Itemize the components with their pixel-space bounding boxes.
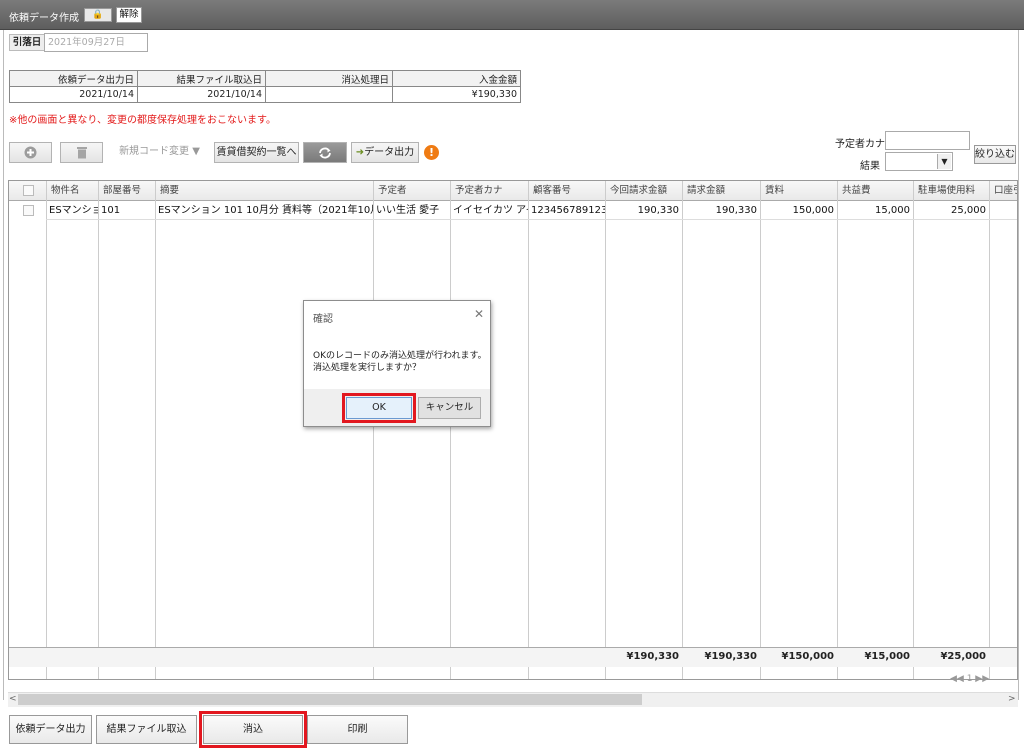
cell-parking-fee[interactable]: 25,000 xyxy=(913,201,989,220)
data-grid: 物件名 部屋番号 摘要 予定者 予定者カナ 顧客番号 今回請求金額 請求金額 賃… xyxy=(8,180,1018,680)
refresh-icon xyxy=(319,147,331,159)
summary-value: ¥190,330 xyxy=(392,86,521,103)
grid-column-divider xyxy=(837,181,838,679)
withdrawal-date-input[interactable]: 2021年09月27日 xyxy=(44,33,148,52)
print-button[interactable]: 印刷 xyxy=(307,715,408,744)
withdrawal-date-label: 引落日 xyxy=(9,34,45,51)
column-header[interactable]: 摘要 xyxy=(157,181,373,201)
dialog-title: 確認 xyxy=(313,314,333,325)
dialog-message: 消込処理を実行しますか？ xyxy=(313,363,422,373)
column-header[interactable]: 口座引 xyxy=(991,181,1017,201)
total-common-fee: ¥15,000 xyxy=(864,651,910,662)
scroll-left-icon[interactable]: < xyxy=(9,694,17,704)
refresh-button[interactable] xyxy=(303,142,347,163)
column-header[interactable]: 顧客番号 xyxy=(530,181,605,201)
pager[interactable]: ◀◀ 1 ▶▶ xyxy=(950,674,989,684)
grid-column-divider xyxy=(450,181,451,679)
column-header[interactable]: 賃料 xyxy=(762,181,837,201)
ok-button[interactable]: OK xyxy=(342,393,416,423)
grid-column-divider xyxy=(913,181,914,679)
trash-icon xyxy=(76,147,87,159)
plus-circle-icon xyxy=(24,146,37,159)
total-parking-fee: ¥25,000 xyxy=(940,651,986,662)
request-data-export-button[interactable]: 依頼データ出力 xyxy=(9,715,92,744)
grid-column-divider xyxy=(605,181,606,679)
kana-filter-label: 予定者カナ xyxy=(835,139,885,150)
column-header[interactable]: 今回請求金額 xyxy=(607,181,682,201)
export-arrow-icon: ➜ xyxy=(355,147,365,158)
column-header[interactable]: 共益費 xyxy=(839,181,913,201)
column-header[interactable]: 請求金額 xyxy=(684,181,760,201)
total-charge-amount: ¥190,330 xyxy=(704,651,757,662)
window-title: 依頼データ作成 xyxy=(9,13,79,24)
grid-column-divider xyxy=(682,181,683,679)
column-header[interactable]: 駐車場使用料 xyxy=(915,181,989,201)
total-rent: ¥150,000 xyxy=(781,651,834,662)
cell-room-number[interactable]: 101 xyxy=(98,201,155,220)
result-filter-label: 結果 xyxy=(860,161,880,172)
kana-filter-input[interactable] xyxy=(885,131,970,150)
summary-table: 依頼データ出力日 結果ファイル取込日 消込処理日 入金金額 2021/10/14… xyxy=(9,70,521,103)
data-export-button[interactable]: ➜データ出力 xyxy=(351,142,419,163)
frame-border-right xyxy=(1018,30,1019,700)
summary-value xyxy=(265,86,393,103)
lease-list-button[interactable]: 賃貸借契約一覧へ xyxy=(214,142,299,163)
info-icon[interactable]: ! xyxy=(424,145,439,160)
grid-column-divider xyxy=(989,181,990,679)
column-header[interactable]: 予定者 xyxy=(375,181,450,201)
cell-description[interactable]: ESマンション 101 10月分 賃料等（2021年10月分） xyxy=(155,201,373,220)
summary-value: 2021/10/14 xyxy=(9,86,138,103)
grid-column-divider xyxy=(528,181,529,679)
result-file-import-button[interactable]: 結果ファイル取込 xyxy=(96,715,197,744)
cancel-button[interactable]: キャンセル xyxy=(418,397,481,419)
row-checkbox[interactable] xyxy=(23,205,34,216)
summary-header: 依頼データ出力日 xyxy=(9,70,138,87)
summary-value: 2021/10/14 xyxy=(137,86,266,103)
summary-header: 入金金額 xyxy=(392,70,521,87)
title-bar xyxy=(0,0,1024,30)
scrollbar-thumb[interactable] xyxy=(18,694,642,705)
grid-column-divider xyxy=(98,181,99,679)
cell-customer-number[interactable]: 123456789123 xyxy=(528,201,605,220)
grid-column-divider xyxy=(46,181,47,679)
cell-payer-kana[interactable]: イイセイカツ アイコ xyxy=(450,201,528,220)
add-row-button[interactable] xyxy=(9,142,52,163)
unlock-button[interactable]: 解除 xyxy=(116,7,142,23)
data-export-label: データ出力 xyxy=(364,147,415,158)
summary-header: 消込処理日 xyxy=(265,70,393,87)
close-icon[interactable]: ✕ xyxy=(474,307,484,321)
summary-header: 結果ファイル取込日 xyxy=(137,70,266,87)
cell-charge-amount[interactable]: 190,330 xyxy=(682,201,760,220)
cell-current-charge[interactable]: 190,330 xyxy=(605,201,682,220)
frame-border-left xyxy=(3,30,4,700)
cell-payer[interactable]: いい生活 愛子 xyxy=(373,201,450,220)
delete-row-button[interactable] xyxy=(60,142,103,163)
scroll-right-icon[interactable]: > xyxy=(1008,694,1016,704)
column-header[interactable]: 予定者カナ xyxy=(452,181,528,201)
grid-column-divider xyxy=(373,181,374,679)
new-code-change-dropdown[interactable]: 新規コード変更 ▼ xyxy=(110,142,209,163)
total-current-charge: ¥190,330 xyxy=(626,651,679,662)
lock-icon[interactable]: 🔒 xyxy=(84,8,112,22)
column-header[interactable]: 物件名 xyxy=(48,181,98,201)
warning-message: ※他の画面と異なり、変更の都度保存処理をおこないます。 xyxy=(9,115,276,126)
grid-column-divider xyxy=(760,181,761,679)
filter-button[interactable]: 絞り込む xyxy=(974,145,1016,164)
column-header[interactable]: 部屋番号 xyxy=(100,181,155,201)
chevron-down-icon[interactable]: ▼ xyxy=(937,154,951,169)
cell-rent[interactable]: 150,000 xyxy=(760,201,837,220)
cell-common-fee[interactable]: 15,000 xyxy=(837,201,913,220)
select-all-checkbox[interactable] xyxy=(23,185,34,196)
grid-column-divider xyxy=(155,181,156,679)
cell-account-withdrawal[interactable] xyxy=(989,201,1017,220)
reconcile-button[interactable]: 消込 xyxy=(199,711,307,748)
cell-property-name[interactable]: ESマンション xyxy=(46,201,98,220)
